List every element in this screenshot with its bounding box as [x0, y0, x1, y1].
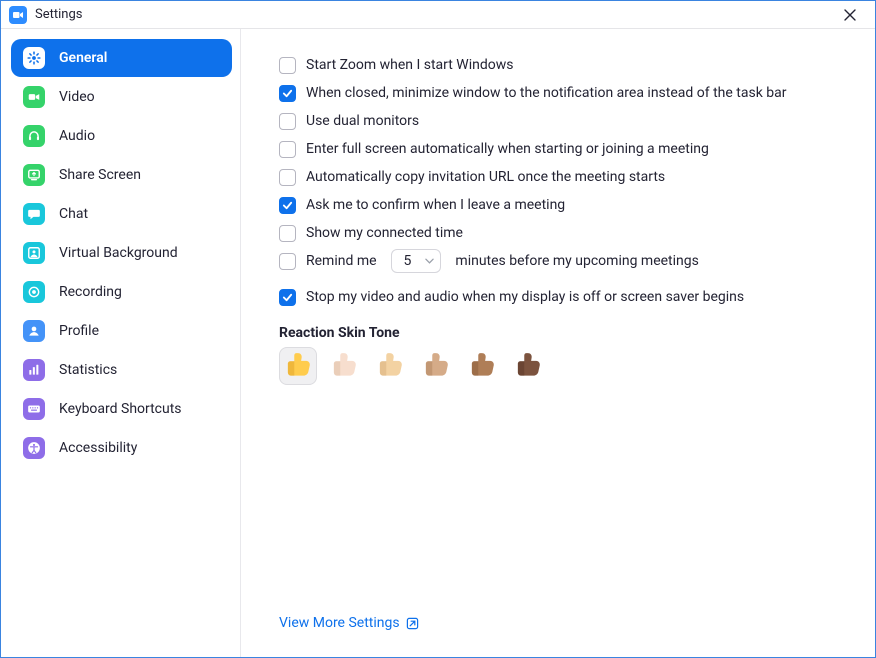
skin-tone-option-2[interactable]: [371, 347, 409, 385]
chevron-down-icon: [425, 258, 434, 264]
thumbs-up-icon: [376, 350, 404, 382]
option-dual-monitors: Use dual monitors: [279, 107, 851, 135]
content-pane: Start Zoom when I start Windows When clos…: [241, 29, 875, 657]
sidebar-item-label: Video: [59, 89, 95, 105]
gear-icon: [23, 47, 45, 69]
share-screen-icon: [23, 164, 45, 186]
option-label: Use dual monitors: [306, 113, 419, 129]
sidebar-item-audio[interactable]: Audio: [11, 117, 232, 155]
option-label: Enter full screen automatically when sta…: [306, 141, 709, 157]
skin-tone-option-3[interactable]: [417, 347, 455, 385]
sidebar-item-label: Recording: [59, 284, 122, 300]
titlebar: Settings: [1, 1, 875, 29]
settings-body: General Video Audio Share Screen Chat Virtual…: [1, 29, 875, 657]
statistics-icon: [23, 359, 45, 381]
option-minimize-to-tray: When closed, minimize window to the noti…: [279, 79, 851, 107]
option-confirm-leave: Ask me to confirm when I leave a meeting: [279, 191, 851, 219]
settings-window: Settings General Video Audio Share Screen Ch…: [0, 0, 876, 658]
profile-icon: [23, 320, 45, 342]
sidebar-item-label: Accessibility: [59, 440, 137, 456]
sidebar-item-label: General: [59, 50, 107, 66]
sidebar-item-statistics[interactable]: Statistics: [11, 351, 232, 389]
checkbox-show-connected-time[interactable]: [279, 225, 296, 242]
keyboard-icon: [23, 398, 45, 420]
sidebar-item-chat[interactable]: Chat: [11, 195, 232, 233]
app-icon: [9, 6, 27, 24]
virtual-bg-icon: [23, 242, 45, 264]
skin-tone-option-4[interactable]: [463, 347, 501, 385]
skin-tone-option-0[interactable]: [279, 347, 317, 385]
window-title: Settings: [35, 7, 82, 22]
skin-tone-row: [279, 347, 851, 385]
option-label: Show my connected time: [306, 225, 463, 241]
sidebar-item-label: Keyboard Shortcuts: [59, 401, 182, 417]
sidebar-item-share-screen[interactable]: Share Screen: [11, 156, 232, 194]
thumbs-up-icon: [514, 350, 542, 382]
thumbs-up-icon: [422, 350, 450, 382]
chat-icon: [23, 203, 45, 225]
option-label: Ask me to confirm when I leave a meeting: [306, 197, 565, 213]
sidebar-item-general[interactable]: General: [11, 39, 232, 77]
skin-tone-option-1[interactable]: [325, 347, 363, 385]
view-more-settings-link[interactable]: View More Settings: [279, 615, 419, 631]
checkbox-stop-av[interactable]: [279, 289, 296, 306]
options-list: Start Zoom when I start Windows When clos…: [279, 51, 851, 247]
option-label: Start Zoom when I start Windows: [306, 57, 514, 73]
headphones-icon: [23, 125, 45, 147]
thumbs-up-icon: [468, 350, 496, 382]
sidebar-item-virtual-background[interactable]: Virtual Background: [11, 234, 232, 272]
sidebar-item-label: Profile: [59, 323, 99, 339]
checkbox-copy-invite-url[interactable]: [279, 169, 296, 186]
checkbox-remind-me[interactable]: [279, 253, 296, 270]
checkbox-dual-monitors[interactable]: [279, 113, 296, 130]
remind-minutes-value: 5: [404, 253, 412, 269]
thumbs-up-icon: [284, 350, 312, 382]
option-label: When closed, minimize window to the noti…: [306, 85, 786, 101]
accessibility-icon: [23, 437, 45, 459]
checkbox-start-with-windows[interactable]: [279, 57, 296, 74]
option-stop-av: Stop my video and audio when my display …: [279, 283, 851, 311]
video-icon: [23, 86, 45, 108]
sidebar-item-profile[interactable]: Profile: [11, 312, 232, 350]
sidebar-item-label: Audio: [59, 128, 95, 144]
skin-tone-option-5[interactable]: [509, 347, 547, 385]
remind-minutes-dropdown[interactable]: 5: [391, 249, 442, 273]
stop-av-label: Stop my video and audio when my display …: [306, 289, 744, 305]
skin-tone-title: Reaction Skin Tone: [279, 325, 851, 341]
option-label: Automatically copy invitation URL once t…: [306, 169, 665, 185]
option-copy-invite-url: Automatically copy invitation URL once t…: [279, 163, 851, 191]
view-more-label: View More Settings: [279, 615, 400, 631]
external-link-icon: [406, 617, 419, 630]
sidebar-item-recording[interactable]: Recording: [11, 273, 232, 311]
sidebar: General Video Audio Share Screen Chat Virtual…: [1, 29, 241, 657]
option-remind-me: Remind me 5 minutes before my upcoming m…: [279, 247, 851, 275]
sidebar-item-label: Chat: [59, 206, 88, 222]
close-icon: [844, 9, 856, 21]
sidebar-item-video[interactable]: Video: [11, 78, 232, 116]
option-show-connected-time: Show my connected time: [279, 219, 851, 247]
checkbox-minimize-to-tray[interactable]: [279, 85, 296, 102]
remind-pre-label: Remind me: [306, 253, 377, 269]
remind-post-label: minutes before my upcoming meetings: [455, 253, 698, 269]
checkbox-confirm-leave[interactable]: [279, 197, 296, 214]
thumbs-up-icon: [330, 350, 358, 382]
sidebar-item-label: Virtual Background: [59, 245, 178, 261]
close-button[interactable]: [833, 1, 867, 29]
sidebar-item-label: Statistics: [59, 362, 117, 378]
sidebar-item-keyboard-shortcuts[interactable]: Keyboard Shortcuts: [11, 390, 232, 428]
option-start-with-windows: Start Zoom when I start Windows: [279, 51, 851, 79]
checkbox-fullscreen-on-join[interactable]: [279, 141, 296, 158]
sidebar-item-label: Share Screen: [59, 167, 141, 183]
recording-icon: [23, 281, 45, 303]
sidebar-item-accessibility[interactable]: Accessibility: [11, 429, 232, 467]
option-fullscreen-on-join: Enter full screen automatically when sta…: [279, 135, 851, 163]
